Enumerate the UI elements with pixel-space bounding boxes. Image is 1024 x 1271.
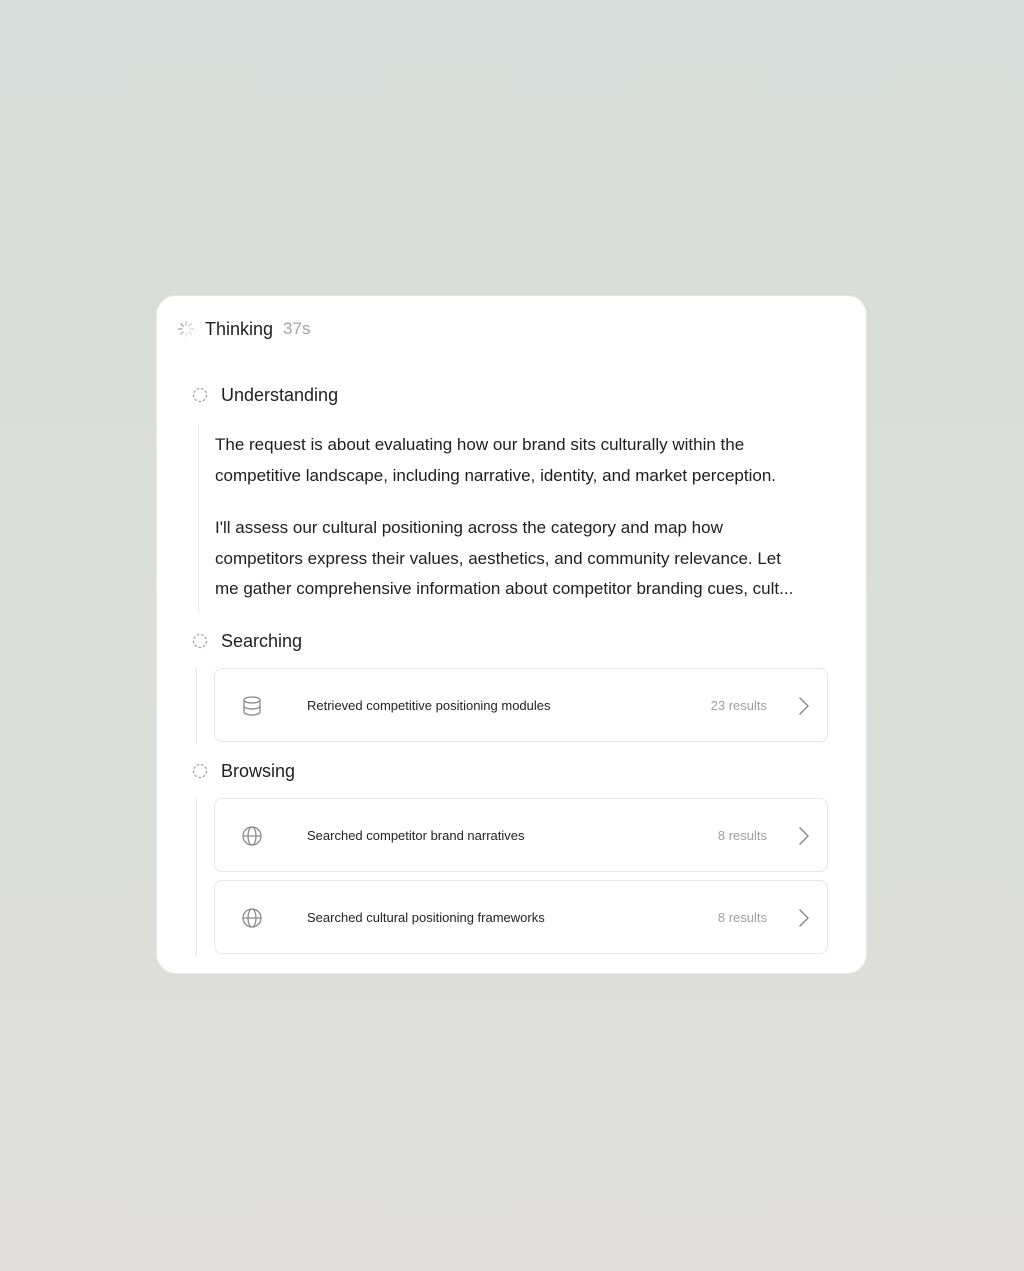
step-searching-rail [196, 668, 197, 744]
understanding-paragraph-1: The request is about evaluating how our … [215, 435, 776, 485]
step-browsing-rail [196, 798, 197, 956]
result-card-positioning-frameworks[interactable]: Searched cultural positioning frameworks… [214, 880, 828, 954]
step-title: Understanding [221, 385, 339, 405]
step-understanding-header[interactable]: Understanding [192, 383, 338, 407]
result-count: 8 results [717, 910, 767, 925]
thinking-header[interactable]: Thinking 37s [177, 317, 310, 341]
step-title: Searching [221, 631, 303, 651]
step-title: Browsing [221, 761, 296, 781]
pending-step-icon [192, 633, 208, 649]
spinner-icon [177, 320, 195, 338]
result-label: Retrieved competitive positioning module… [307, 698, 551, 713]
result-count: 8 results [717, 828, 767, 843]
thinking-panel: Thinking 37s Understanding The request i… [156, 295, 867, 974]
globe-icon [242, 908, 262, 928]
result-label: Searched competitor brand narratives [307, 828, 525, 843]
result-card-brand-narratives[interactable]: Searched competitor brand narratives 8 r… [214, 798, 828, 872]
result-label: Searched cultural positioning frameworks [307, 910, 545, 925]
chevron-right-icon[interactable] [797, 695, 811, 717]
chevron-right-icon[interactable] [797, 825, 811, 847]
result-card-positioning-modules[interactable]: Retrieved competitive positioning module… [214, 668, 828, 742]
result-count: 23 results [710, 698, 767, 713]
step-searching-header[interactable]: Searching [192, 629, 302, 653]
globe-icon [242, 826, 262, 846]
understanding-paragraph-2: I'll assess our cultural positioning acr… [215, 518, 794, 598]
pending-step-icon [192, 387, 208, 403]
step-understanding-rail [198, 424, 199, 612]
thinking-elapsed-time: 37s [283, 319, 311, 338]
chevron-right-icon[interactable] [797, 907, 811, 929]
pending-step-icon [192, 763, 208, 779]
thinking-label: Thinking [205, 319, 274, 339]
step-browsing-header[interactable]: Browsing [192, 759, 295, 783]
database-icon [243, 696, 261, 716]
